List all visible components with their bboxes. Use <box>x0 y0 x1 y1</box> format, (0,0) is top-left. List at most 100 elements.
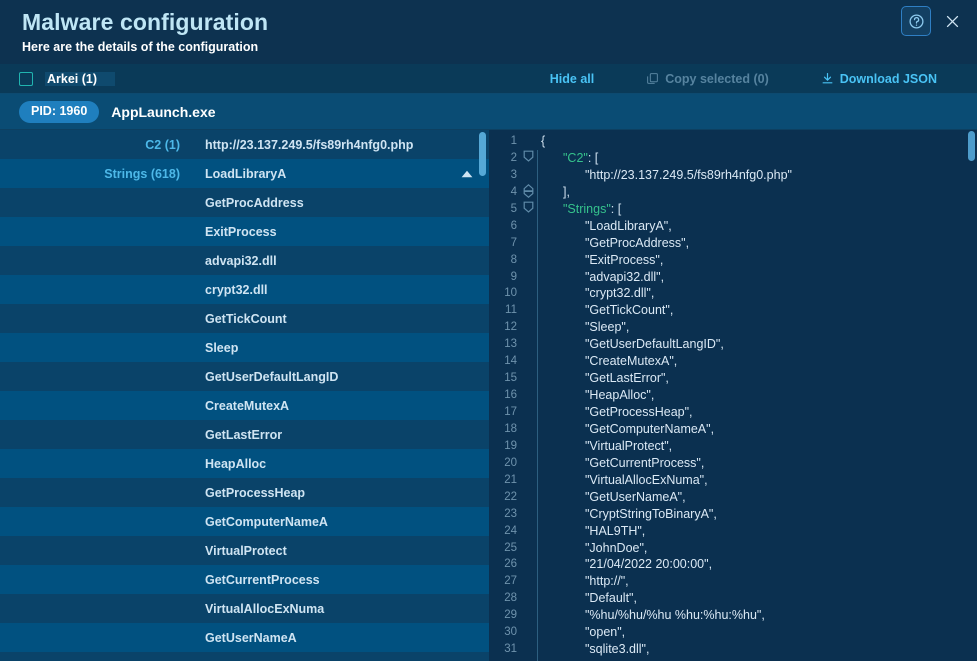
code-text: "GetLastError", <box>537 370 669 387</box>
collapse-toggle[interactable] <box>461 165 473 183</box>
code-line: 11 "GetTickCount", <box>489 302 977 319</box>
code-line: 2"C2": [ <box>489 150 977 167</box>
json-code-content[interactable]: 1{2"C2": [3"http://23.137.249.5/fs89rh4n… <box>489 130 977 658</box>
code-token-str: "sqlite3.dll", <box>585 642 649 656</box>
code-token-str: "GetTickCount", <box>585 303 673 317</box>
code-token-str: "GetProcAddress", <box>585 236 689 250</box>
code-text: "Default", <box>537 590 637 607</box>
line-number: 6 <box>489 218 520 235</box>
config-row[interactable]: GetCurrentProcess <box>0 565 489 594</box>
code-token-str: "21/04/2022 20:00:00", <box>585 557 712 571</box>
code-token-str: "Sleep", <box>585 320 629 334</box>
line-number: 3 <box>489 167 520 184</box>
code-line: 16"HeapAlloc", <box>489 387 977 404</box>
code-text: "http://", <box>537 573 629 590</box>
config-row-value: GetTickCount <box>190 312 489 326</box>
code-line: 28 "Default", <box>489 590 977 607</box>
code-line: 6"LoadLibraryA", <box>489 218 977 235</box>
line-number: 13 <box>489 336 520 353</box>
code-token-str: "GetUserNameA", <box>585 490 686 504</box>
line-number: 31 <box>489 641 520 658</box>
tab-bar-left: Arkei (1) <box>0 64 115 93</box>
code-text: "ExitProcess", <box>537 252 663 269</box>
config-row[interactable]: VirtualProtect <box>0 536 489 565</box>
line-number: 26 <box>489 556 520 573</box>
code-token-str: "Default", <box>585 591 637 605</box>
code-line: 17"GetProcessHeap", <box>489 404 977 421</box>
config-row[interactable]: CreateMutexA <box>0 391 489 420</box>
code-line: 25"JohnDoe", <box>489 540 977 557</box>
help-circle-icon <box>908 13 925 30</box>
config-row[interactable]: HeapAlloc <box>0 449 489 478</box>
help-button[interactable] <box>901 6 931 36</box>
code-line: 14"CreateMutexA", <box>489 353 977 370</box>
download-json-button[interactable]: Download JSON <box>795 72 963 86</box>
config-list-scrollbar[interactable] <box>479 132 486 176</box>
config-row-value: CreateMutexA <box>190 399 489 413</box>
line-number: 4 <box>489 184 520 201</box>
code-text: "%hu/%hu/%hu %hu:%hu:%hu", <box>537 607 765 624</box>
code-token-punct: { <box>541 134 545 148</box>
code-token-str: "http://", <box>585 574 629 588</box>
code-text: "VirtualProtect", <box>537 438 672 455</box>
config-row[interactable]: GetTickCount <box>0 304 489 333</box>
fold-toggle[interactable] <box>520 201 537 214</box>
select-all-checkbox[interactable] <box>19 72 33 86</box>
tab-bar: Arkei (1) Hide all Copy selected (0) <box>0 64 977 94</box>
close-button[interactable] <box>939 8 965 34</box>
line-number: 28 <box>489 590 520 607</box>
code-token-str: "GetProcessHeap", <box>585 405 693 419</box>
fold-toggle[interactable] <box>520 184 537 198</box>
code-line: 29 "%hu/%hu/%hu %hu:%hu:%hu", <box>489 607 977 624</box>
code-text: "21/04/2022 20:00:00", <box>537 556 712 573</box>
config-row-value: ExitProcess <box>190 225 489 239</box>
config-row[interactable]: VirtualAllocExNuma <box>0 594 489 623</box>
code-line: 8"ExitProcess", <box>489 252 977 269</box>
code-line: 15"GetLastError", <box>489 370 977 387</box>
config-row-value: GetCurrentProcess <box>190 573 489 587</box>
copy-selected-button[interactable]: Copy selected (0) <box>620 72 795 86</box>
config-row[interactable]: GetLastError <box>0 420 489 449</box>
json-code-panel: 1{2"C2": [3"http://23.137.249.5/fs89rh4n… <box>489 130 977 661</box>
tab-arkei[interactable]: Arkei (1) <box>45 72 115 86</box>
config-row[interactable]: crypt32.dll <box>0 275 489 304</box>
config-row-value: advapi32.dll <box>190 254 489 268</box>
config-row[interactable]: ExitProcess <box>0 217 489 246</box>
fold-toggle[interactable] <box>520 150 537 163</box>
line-number: 29 <box>489 607 520 624</box>
code-token-str: "open", <box>585 625 625 639</box>
config-row[interactable]: GetComputerNameA <box>0 507 489 536</box>
dialog-header: Malware configuration Here are the detai… <box>0 0 977 64</box>
config-row-value: GetComputerNameA <box>190 515 489 529</box>
config-row[interactable]: C2 (1)http://23.137.249.5/fs89rh4nfg0.ph… <box>0 130 489 159</box>
code-text: "GetProcAddress", <box>537 235 689 252</box>
config-row[interactable]: GetProcessHeap <box>0 478 489 507</box>
config-row-value: crypt32.dll <box>190 283 489 297</box>
config-row[interactable]: GetUserNameA <box>0 623 489 652</box>
code-token-key: "Strings" <box>563 202 611 216</box>
code-text: "GetTickCount", <box>537 302 673 319</box>
hide-all-button[interactable]: Hide all <box>524 72 620 86</box>
code-text: "GetComputerNameA", <box>537 421 714 438</box>
code-token-str: "ExitProcess", <box>585 253 663 267</box>
code-text: "VirtualAllocExNuma", <box>537 472 708 489</box>
config-row[interactable]: GetProcAddress <box>0 188 489 217</box>
config-row[interactable]: Strings (618)LoadLibraryA <box>0 159 489 188</box>
code-text: ], <box>537 184 570 201</box>
line-number: 18 <box>489 421 520 438</box>
json-code-scrollbar[interactable] <box>968 131 975 161</box>
config-row-value: GetUserNameA <box>190 631 489 645</box>
code-line: 21"VirtualAllocExNuma", <box>489 472 977 489</box>
code-text: "C2": [ <box>537 150 598 167</box>
copy-selected-label: Copy selected (0) <box>665 72 769 86</box>
code-line: 10"crypt32.dll", <box>489 285 977 302</box>
config-row[interactable]: advapi32.dll <box>0 246 489 275</box>
config-row[interactable]: Sleep <box>0 333 489 362</box>
line-number: 11 <box>489 302 520 319</box>
code-line: 12"Sleep", <box>489 319 977 336</box>
config-row[interactable]: GetUserDefaultLangID <box>0 362 489 391</box>
line-number: 27 <box>489 573 520 590</box>
code-line: 5"Strings": [ <box>489 201 977 218</box>
code-line: 23"CryptStringToBinaryA", <box>489 506 977 523</box>
config-row-value: LoadLibraryA <box>190 167 489 181</box>
